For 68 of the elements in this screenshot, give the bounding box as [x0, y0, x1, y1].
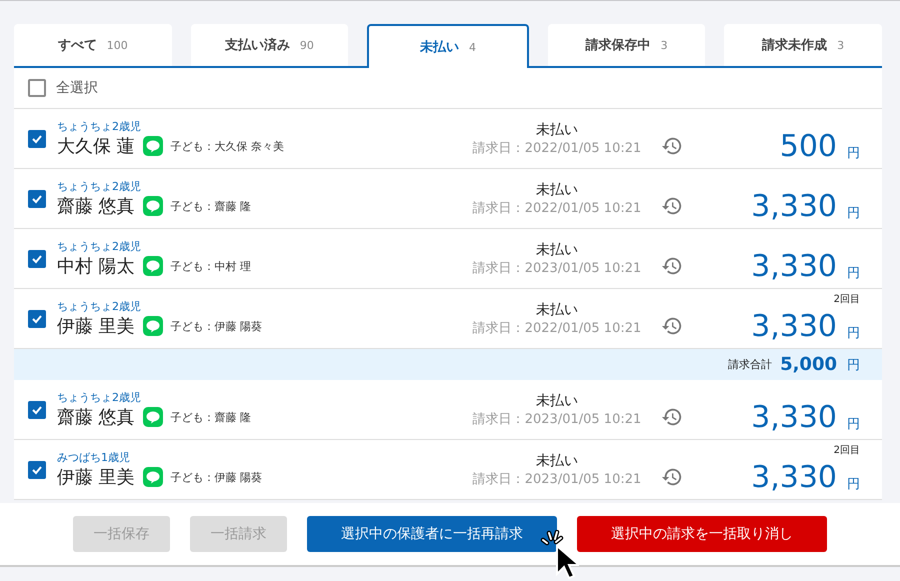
child-name: 子ども：齋藤 隆	[170, 198, 252, 214]
class-label: みつばち1歳児	[57, 450, 131, 465]
amount: 3,330	[751, 252, 837, 282]
child-name: 子ども：大久保 奈々美	[170, 138, 284, 154]
payment-status: 未払い	[536, 180, 578, 198]
invoice-date: 請求日：2023/01/05 10:21	[472, 260, 642, 276]
currency-unit: 円	[847, 476, 860, 493]
filter-tab[interactable]: 請求保存中 3	[548, 24, 706, 66]
row-checkbox[interactable]	[28, 130, 46, 148]
chat-app-icon	[142, 196, 163, 216]
class-label: ちょうちょ2歳児	[57, 179, 142, 194]
payment-status: 未払い	[536, 392, 578, 410]
child-name: 子ども：齋藤 隆	[170, 410, 252, 424]
filter-tab[interactable]: すべて 100	[14, 24, 172, 66]
filter-tab[interactable]: 未払い 4	[367, 24, 529, 68]
filter-tab[interactable]: 請求未作成 3	[724, 24, 882, 66]
select-all-label: 全選択	[56, 79, 98, 97]
chat-app-icon	[142, 256, 163, 276]
guardian-name: 齋藤 悠真	[57, 195, 135, 218]
invoice-date: 請求日：2022/01/05 10:21	[472, 140, 642, 156]
action-button[interactable]: 選択中の請求を一括取り消し	[577, 516, 827, 552]
amount: 3,330	[751, 403, 837, 433]
invoice-date: 請求日：2022/01/05 10:21	[472, 320, 642, 336]
child-name: 子ども：伊藤 陽葵	[170, 318, 262, 334]
class-label: ちょうちょ2歳児	[57, 299, 142, 314]
guardian-name: 齋藤 悠真	[57, 406, 135, 429]
row-checkbox[interactable]	[28, 400, 46, 418]
total-amount: 5,000	[780, 354, 837, 375]
chat-app-icon	[142, 136, 163, 156]
billing-round: 2回目	[834, 444, 860, 457]
chat-app-icon	[142, 467, 163, 487]
invoice-date: 請求日：2023/01/05 10:21	[472, 410, 642, 428]
currency-unit: 円	[847, 416, 860, 433]
billing-round: 2回目	[834, 293, 860, 306]
currency-unit: 円	[847, 145, 860, 162]
payment-status: 未払い	[536, 240, 578, 258]
select-all-checkbox[interactable]	[28, 79, 46, 97]
payment-status: 未払い	[536, 120, 578, 138]
class-label: ちょうちょ2歳児	[57, 390, 142, 405]
invoice-date: 請求日：2023/01/05 10:21	[472, 470, 642, 488]
row-checkbox[interactable]	[28, 190, 46, 208]
guardian-name: 大久保 蓮	[57, 135, 135, 158]
guardian-name: 中村 陽太	[57, 255, 135, 278]
chat-app-icon	[142, 407, 163, 427]
currency-unit: 円	[847, 325, 860, 342]
currency-unit: 円	[847, 356, 860, 374]
row-checkbox[interactable]	[28, 250, 46, 268]
child-name: 子ども：伊藤 陽葵	[170, 470, 262, 484]
guardian-name: 伊藤 里美	[57, 315, 135, 338]
amount: 3,330	[751, 192, 837, 222]
chat-app-icon	[142, 316, 163, 336]
currency-unit: 円	[847, 205, 860, 222]
payment-status: 未払い	[536, 300, 578, 318]
row-checkbox[interactable]	[28, 460, 46, 478]
amount: 3,330	[751, 312, 837, 342]
currency-unit: 円	[847, 265, 860, 282]
guardian-name: 伊藤 里美	[57, 466, 135, 489]
row-checkbox[interactable]	[28, 310, 46, 328]
invoice-date: 請求日：2022/01/05 10:21	[472, 200, 642, 216]
total-label: 請求合計	[728, 357, 772, 372]
child-name: 子ども：中村 理	[170, 258, 252, 274]
action-button[interactable]: 選択中の保護者に一括再請求	[307, 516, 557, 552]
class-label: ちょうちょ2歳児	[57, 239, 142, 254]
amount: 3,330	[751, 463, 837, 493]
amount: 500	[780, 132, 837, 162]
payment-status: 未払い	[536, 452, 578, 470]
filter-tab[interactable]: 支払い済み 90	[190, 24, 348, 66]
class-label: ちょうちょ2歳児	[57, 119, 142, 134]
